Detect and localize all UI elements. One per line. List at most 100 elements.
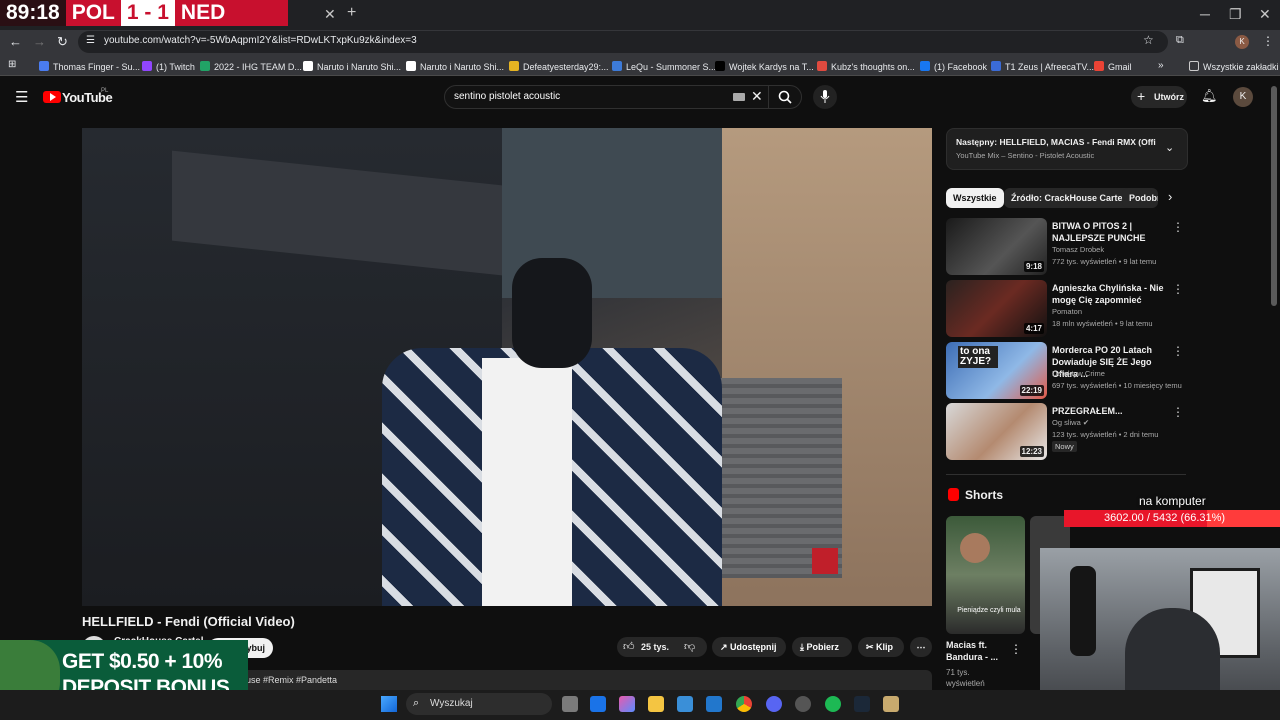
video-thumbnail[interactable]: 4:17 <box>946 280 1047 337</box>
rec-title[interactable]: PRZEGRAŁEM... <box>1052 405 1174 417</box>
expand-chevron-icon[interactable]: ⌄ <box>1165 141 1174 154</box>
recommended-video[interactable]: 12:23 PRZEGRAŁEM... Og sliwa ✔ 123 tys. … <box>946 403 1186 460</box>
store-icon[interactable] <box>677 696 693 712</box>
bookmark-star-icon[interactable]: ☆ <box>1143 33 1154 47</box>
more-bookmarks-icon[interactable]: » <box>1158 60 1164 71</box>
video-title: HELLFIELD - Fendi (Official Video) <box>82 614 295 629</box>
spotify-icon[interactable] <box>825 696 841 712</box>
chip-similar[interactable]: Podobne <box>1122 188 1158 208</box>
dislike-icon[interactable]: 👎︎ <box>684 640 695 653</box>
file-explorer-icon[interactable] <box>648 696 664 712</box>
verified-icon: ✔ <box>1082 418 1090 427</box>
video-thumbnail[interactable]: 12:23 <box>946 403 1047 460</box>
bookmark-favicon-icon <box>406 61 416 71</box>
clear-search-icon[interactable]: ✕ <box>751 88 763 105</box>
reload-icon[interactable]: ↻ <box>57 34 68 50</box>
bookmark-item[interactable]: (1) Facebook <box>920 61 987 72</box>
obs-icon[interactable] <box>795 696 811 712</box>
recommended-video[interactable]: to ona ZYJE? 22:19 Morderca PO 20 Latach… <box>946 342 1186 399</box>
recommended-video[interactable]: 4:17 Agnieszka Chylińska - Nie mogę Cię … <box>946 280 1186 337</box>
short-more-icon[interactable]: ⋮ <box>1010 642 1022 656</box>
duration-badge: 12:23 <box>1019 446 1044 457</box>
duration-badge: 9:18 <box>1023 261 1044 272</box>
rec-channel[interactable]: Pomaton <box>1052 307 1186 316</box>
bookmark-item[interactable]: Wojtek Kardys na T... <box>715 61 814 72</box>
rec-meta: 772 tys. wyświetleń • 9 lat temu <box>1052 257 1157 266</box>
more-options-icon[interactable]: ⋮ <box>1172 344 1184 358</box>
share-icon: ↗ <box>720 642 731 652</box>
recommended-video[interactable]: 9:18 BITWA O PITOS 2 | NAJLEPSZE PUNCHE … <box>946 218 1186 275</box>
bookmark-favicon-icon <box>303 61 313 71</box>
bookmark-item[interactable]: Defeatyesterday29:... <box>509 61 609 72</box>
bookmark-item[interactable]: Naruto i Naruto Shi... <box>303 61 401 72</box>
maximize-icon[interactable]: ❐ <box>1229 6 1242 23</box>
chrome-icon[interactable] <box>736 696 752 712</box>
outlook-icon[interactable] <box>590 696 606 712</box>
page-scrollbar[interactable] <box>1271 86 1277 306</box>
match-score: 1 - 1 <box>120 0 175 26</box>
back-icon[interactable]: ← <box>9 34 22 49</box>
rec-channel[interactable]: Og sliwa ✔ <box>1052 418 1186 427</box>
new-tab-icon[interactable]: + <box>347 4 356 22</box>
bookmark-item[interactable]: 2022 - IHG TEAM D... <box>200 61 302 72</box>
bookmark-favicon-icon <box>817 61 827 71</box>
app-icon[interactable] <box>706 696 722 712</box>
task-view-icon[interactable] <box>562 696 578 712</box>
league-icon[interactable] <box>883 696 899 712</box>
bookmark-item[interactable]: Gmail <box>1094 61 1132 72</box>
bookmark-item[interactable]: T1 Zeus | AfreecaTV... <box>991 61 1094 72</box>
chip-next-chevron-icon[interactable]: › <box>1168 189 1172 204</box>
donation-goal-label: na komputer <box>1139 494 1206 508</box>
bookmark-item[interactable]: Kubz's thoughts on... <box>817 61 915 72</box>
video-thumbnail[interactable]: 9:18 <box>946 218 1047 275</box>
hamburger-menu-icon[interactable]: ☰ <box>15 88 28 106</box>
bookmark-item[interactable]: Naruto i Naruto Shi... <box>406 61 504 72</box>
search-input[interactable]: sentino pistolet acoustic <box>454 91 560 102</box>
like-count[interactable]: 25 tys. <box>641 642 669 652</box>
keyboard-icon[interactable] <box>733 93 745 101</box>
more-actions-icon[interactable]: ⋯ <box>910 637 932 657</box>
discord-icon[interactable] <box>766 696 782 712</box>
url-text[interactable]: youtube.com/watch?v=-5WbAqpmI2Y&list=RDw… <box>104 35 417 46</box>
playlist-next-card[interactable] <box>946 128 1188 170</box>
forward-icon[interactable]: → <box>33 34 46 49</box>
notifications-bell-icon[interactable]: 🔔︎ <box>1201 88 1218 104</box>
taskbar-search-box[interactable] <box>406 693 552 715</box>
apps-grid-icon[interactable]: ⊞ <box>8 59 16 70</box>
account-avatar[interactable]: K <box>1233 87 1253 107</box>
close-window-icon[interactable]: ✕ <box>1259 6 1271 23</box>
download-button[interactable]: ⤓ Pobierz <box>792 637 852 657</box>
taskbar-search-placeholder[interactable]: Wyszukaj <box>430 698 473 709</box>
rec-title[interactable]: Agnieszka Chylińska - Nie mogę Cię zapom… <box>1052 282 1174 306</box>
all-bookmarks[interactable]: Wszystkie zakładki <box>1189 61 1279 72</box>
more-options-icon[interactable]: ⋮ <box>1172 282 1184 296</box>
short-title[interactable]: Macias ft. Bandura - ... <box>946 639 1006 663</box>
extensions-icon[interactable]: ⧉ <box>1176 34 1184 47</box>
rec-channel[interactable]: Detektyw Crime <box>1052 369 1186 378</box>
donation-progress-bar: 3602.00 / 5432 (66.31%) <box>1064 510 1280 527</box>
person-tshirt <box>482 358 572 606</box>
chip-source[interactable]: Źródło: CrackHouse Cartel <box>1004 188 1133 208</box>
close-tab-icon[interactable]: ✕ <box>324 6 336 23</box>
video-player[interactable] <box>82 128 932 606</box>
like-icon[interactable]: 👍︎ <box>623 640 635 653</box>
video-thumbnail[interactable]: to ona ZYJE? 22:19 <box>946 342 1047 399</box>
minimize-icon[interactable]: ─ <box>1200 6 1210 22</box>
short-thumbnail[interactable] <box>946 516 1025 634</box>
clip-button[interactable]: ✂ Klip <box>858 637 904 657</box>
bookmark-item[interactable]: (1) Twitch <box>142 61 195 72</box>
steam-icon[interactable] <box>854 696 870 712</box>
rec-channel[interactable]: Tomasz Drobek <box>1052 245 1186 254</box>
start-menu-icon[interactable] <box>381 696 397 712</box>
site-info-icon[interactable]: ☰ <box>86 35 95 46</box>
rec-title[interactable]: BITWA O PITOS 2 | NAJLEPSZE PUNCHE <box>1052 220 1174 244</box>
browser-menu-icon[interactable]: ⋮ <box>1262 34 1274 48</box>
more-options-icon[interactable]: ⋮ <box>1172 220 1184 234</box>
bookmark-item[interactable]: LeQu - Summoner S... <box>612 61 716 72</box>
profile-avatar[interactable]: K <box>1235 35 1249 49</box>
more-options-icon[interactable]: ⋮ <box>1172 405 1184 419</box>
chip-all[interactable]: Wszystkie <box>946 188 1004 208</box>
copilot-icon[interactable] <box>619 696 635 712</box>
bookmark-item[interactable]: Thomas Finger - Su... <box>39 61 140 72</box>
share-button[interactable]: ↗ Udostępnij <box>712 637 786 657</box>
